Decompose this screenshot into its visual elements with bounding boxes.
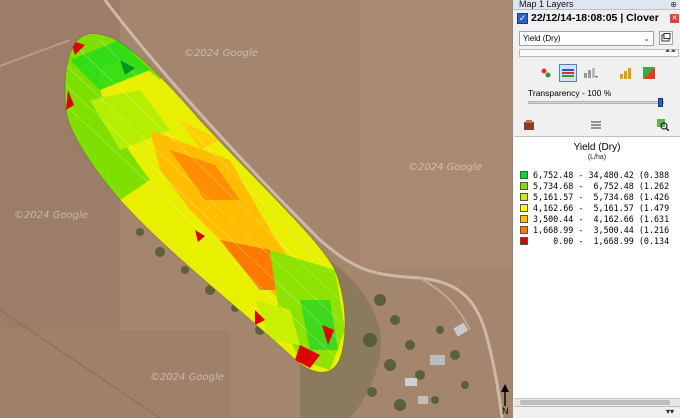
transparency-slider[interactable] [528, 98, 664, 107]
panel-header: Map 1 Layers ⊕ [513, 0, 680, 10]
legend-range-label: 5,734.68 - 6,752.48 (1.262 [533, 180, 670, 191]
legend-row: 1,668.99 - 3,500.44 (1.216 [520, 224, 669, 235]
color-ramp-icon [562, 69, 574, 77]
histogram-icon [620, 68, 631, 79]
slider-thumb[interactable] [658, 98, 663, 107]
legend-swatch [520, 181, 528, 190]
legend-unit: (L/ha) [587, 154, 607, 161]
layer-properties-button[interactable] [659, 31, 673, 45]
attribute-selected: Yield (Dry) [523, 34, 561, 43]
list-button[interactable] [587, 116, 605, 134]
classify-button[interactable] [582, 64, 600, 82]
collapse-up-icon[interactable]: ⏶⏶ [665, 48, 676, 56]
legend-row: 5,734.68 - 6,752.48 (1.262 [520, 180, 669, 191]
attribute-dropdown[interactable]: Yield (Dry) ⌄ [519, 31, 654, 46]
transparency-label: Transparency - 100 % [528, 88, 612, 98]
layer-visibility-checkbox[interactable]: ✓ [517, 12, 528, 24]
legend-swatch [520, 236, 528, 245]
collapse-bar[interactable]: ⏶⏶ [519, 48, 679, 57]
chevron-down-icon: ⌄ [643, 34, 650, 43]
histogram-button[interactable] [617, 64, 635, 82]
export-icon [524, 120, 534, 130]
legend-row: 4,162.66 - 5,161.57 (1.479 [520, 202, 669, 213]
layer-row[interactable]: ✓ 22/12/14-18:08:05 | Clover ✕ [517, 11, 679, 25]
window-icon [661, 33, 671, 42]
north-label: N [502, 406, 509, 416]
close-layer-icon[interactable]: ✕ [670, 13, 679, 23]
satellite-map [0, 0, 512, 418]
panel-footer: ▾▾ [514, 406, 680, 418]
color-ramp-button[interactable] [559, 64, 577, 82]
thematic-icon [541, 68, 551, 78]
legend-swatch [520, 214, 528, 223]
legend-swatch [520, 225, 528, 234]
zoom-to-layer-button[interactable] [654, 116, 672, 134]
pin-icon[interactable]: ⊕ [670, 0, 677, 9]
legend-title: Yield (Dry) [573, 142, 621, 153]
classify-icon [584, 68, 598, 78]
zoom-icon [657, 119, 669, 131]
legend-swatch [520, 170, 528, 179]
legend-row: 5,161.57 - 5,734.68 (1.426 [520, 191, 669, 202]
legend-row: 0.00 - 1,668.99 (0.134 [520, 235, 669, 246]
legend-swatch [520, 192, 528, 201]
legend-range-label: 4,162.66 - 5,161.57 (1.479 [533, 202, 670, 213]
panel-title: Map 1 Layers [519, 0, 574, 9]
horizontal-scrollbar[interactable] [514, 398, 680, 406]
chevron-down-icon[interactable]: ▾▾ [666, 407, 674, 416]
layer-name: 22/12/14-18:08:05 | Clover [531, 12, 659, 24]
legend-range-label: 0.00 - 1,668.99 (0.134 [533, 235, 670, 246]
thematic-map-button[interactable] [537, 64, 555, 82]
map-view[interactable]: ©2024 Google ©2024 Google ©2024 Google ©… [0, 0, 512, 418]
legend-row: 6,752.48 - 34,480.42 (0.388 [520, 169, 669, 180]
legend-range-label: 6,752.48 - 34,480.42 (0.388 [533, 169, 670, 180]
legend-range-label: 5,161.57 - 5,734.68 (1.426 [533, 191, 670, 202]
legend-range-label: 3,500.44 - 4,162.66 (1.631 [533, 213, 670, 224]
palette-button[interactable] [640, 64, 658, 82]
legend: Yield (Dry) (L/ha) 6,752.48 - 34,480.42 … [514, 136, 680, 398]
legend-swatch [520, 203, 528, 212]
legend-row: 3,500.44 - 4,162.66 (1.631 [520, 213, 669, 224]
legend-range-label: 1,668.99 - 3,500.44 (1.216 [533, 224, 670, 235]
list-icon [591, 121, 601, 129]
export-button[interactable] [520, 116, 538, 134]
scrollbar-thumb[interactable] [520, 400, 670, 405]
palette-icon [643, 67, 655, 79]
